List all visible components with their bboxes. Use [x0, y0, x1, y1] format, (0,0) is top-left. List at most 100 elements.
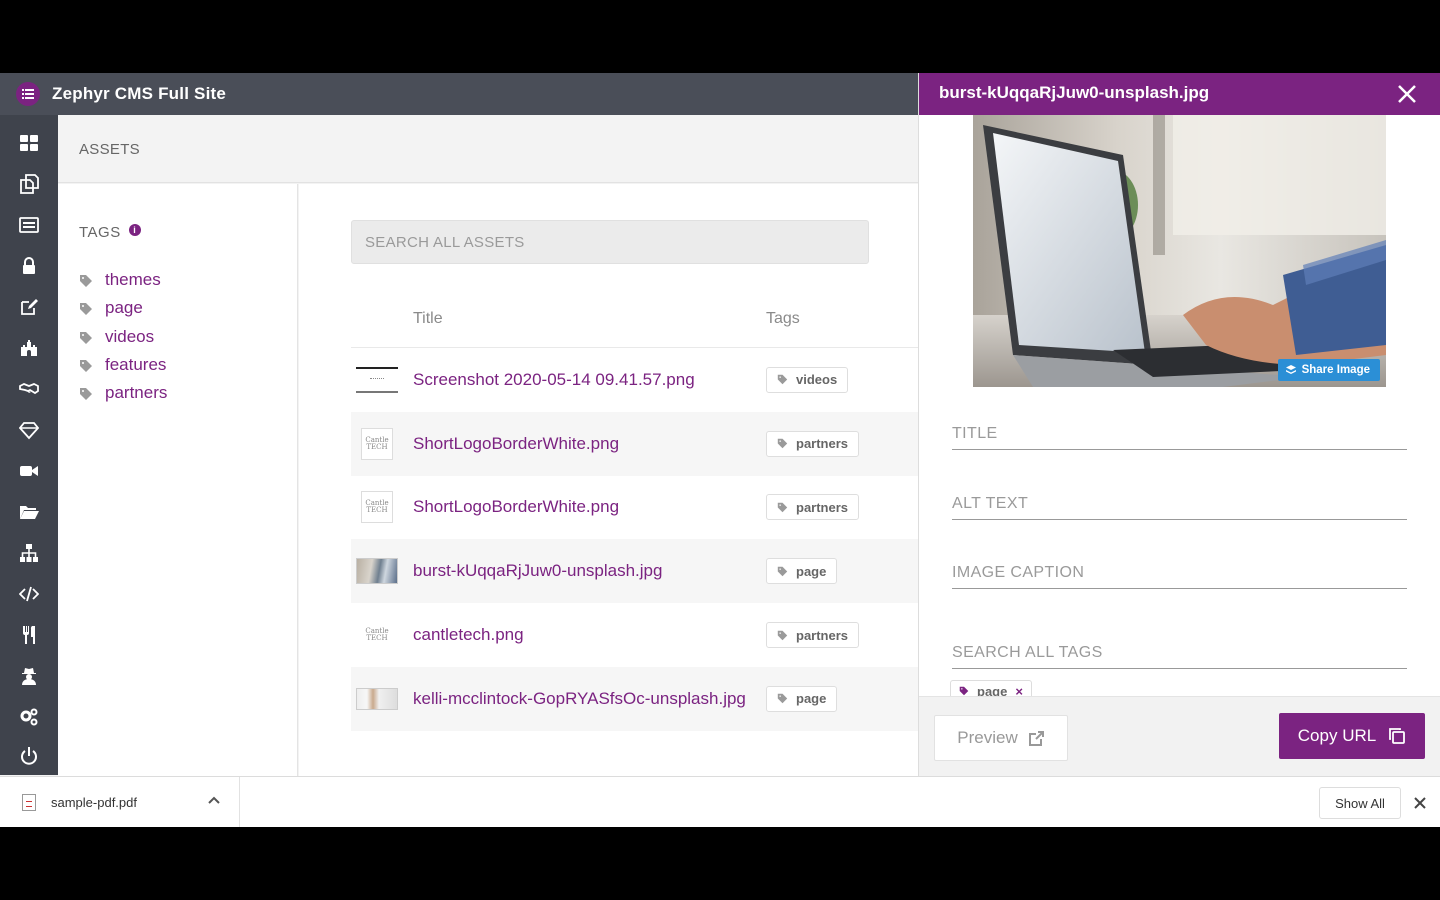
detail-title: burst-kUqqaRjJuw0-unsplash.jpg [939, 83, 1210, 102]
chevron-up-icon[interactable] [207, 794, 223, 810]
castle-icon[interactable] [17, 336, 41, 360]
table-row[interactable]: kelli-mcclintock-GopRYASfsOc-unsplash.jp… [351, 666, 918, 731]
detail-footer: Preview Copy URL [919, 696, 1440, 776]
pages-icon[interactable] [17, 172, 41, 196]
power-icon[interactable] [17, 744, 41, 768]
breadcrumb-bar: ASSETS [58, 115, 918, 183]
asset-title[interactable]: ShortLogoBorderWhite.png [413, 434, 619, 454]
image-preview: Share Image [973, 115, 1386, 387]
tag-icon [777, 630, 788, 640]
asset-thumbnail [356, 556, 398, 586]
tag-filter-item[interactable]: features [79, 351, 167, 379]
tag-filter-item[interactable]: themes [79, 266, 167, 294]
breadcrumb[interactable]: ASSETS [79, 141, 140, 158]
asset-title[interactable]: kelli-mcclintock-GopRYASfsOc-unsplash.jp… [413, 689, 746, 709]
external-link-icon [1028, 730, 1044, 746]
handshake-icon[interactable] [17, 377, 41, 401]
tag-icon [79, 330, 93, 344]
copy-url-label: Copy URL [1297, 726, 1377, 745]
tag-icon [79, 358, 93, 373]
column-header-tags[interactable]: Tags [766, 310, 800, 328]
title-field[interactable]: TITLE [952, 418, 1407, 450]
detail-header: burst-kUqqaRjJuw0-unsplash.jpg [919, 73, 1440, 115]
table-row[interactable]: burst-kUqqaRjJuw0-unsplash.jpg page [351, 539, 918, 604]
asset-tag-label: page [796, 563, 827, 579]
table-row[interactable]: Cantle TECH cantletech.png partners [351, 603, 918, 667]
show-all-button[interactable]: Show All [1319, 787, 1401, 819]
tag-icon [79, 301, 93, 316]
asset-table: Screenshot 2020-05-14 09.41.57.png video… [351, 348, 918, 731]
column-header-title[interactable]: Title [413, 310, 443, 328]
app-title: Zephyr CMS Full Site [52, 84, 227, 103]
asset-thumbnail [356, 684, 398, 714]
tag-filter-item[interactable]: videos [79, 323, 167, 351]
asset-tag-label: partners [796, 499, 849, 515]
code-icon[interactable] [17, 582, 41, 606]
edit-icon[interactable] [17, 295, 41, 319]
download-file-name: sample-pdf.pdf [51, 795, 137, 810]
search-input[interactable]: SEARCH ALL ASSETS [351, 220, 869, 264]
tag-filter-label: videos [105, 326, 155, 346]
asset-tag-pill[interactable]: videos [766, 366, 849, 393]
tag-filter-label: features [105, 355, 167, 375]
copy-url-button[interactable]: Copy URL [1279, 713, 1425, 759]
laptop-photo [973, 115, 1386, 387]
pdf-file-icon [22, 794, 36, 811]
asset-tag-pill[interactable]: page [766, 685, 838, 712]
tag-filter-item[interactable]: partners [79, 379, 167, 407]
diamond-icon[interactable] [17, 418, 41, 442]
settings-icon[interactable] [17, 705, 41, 729]
folder-open-icon[interactable] [17, 500, 41, 524]
asset-tag-pill[interactable]: partners [766, 430, 860, 457]
download-item[interactable]: sample-pdf.pdf [0, 777, 240, 827]
share-image-label: Share Image [1301, 364, 1370, 376]
asset-tag-label: page [796, 691, 827, 707]
table-row[interactable]: Cantle TECH ShortLogoBorderWhite.png part… [351, 411, 918, 476]
asset-tag-pill[interactable]: page [766, 558, 838, 585]
tag-icon [79, 386, 93, 401]
list-icon[interactable] [16, 82, 40, 106]
user-secret-icon[interactable] [17, 664, 41, 688]
asset-title[interactable]: cantletech.png [413, 625, 524, 645]
tag-icon [959, 686, 969, 696]
tags-heading-label: TAGS [79, 224, 121, 241]
asset-tag-pill[interactable]: partners [766, 494, 860, 521]
tags-search-input[interactable]: SEARCH ALL TAGS [952, 637, 1407, 669]
table-row[interactable]: Cantle TECH ShortLogoBorderWhite.png part… [351, 476, 918, 540]
asset-tag-pill[interactable]: partners [766, 622, 860, 649]
close-icon[interactable] [1411, 794, 1429, 812]
app-window: Zephyr CMS Full Site ASSETS TAGS i theme… [0, 73, 1440, 827]
copy-icon [1389, 728, 1406, 744]
asset-tag-label: partners [796, 627, 849, 643]
tag-icon [79, 273, 93, 288]
utensils-icon[interactable] [17, 623, 41, 647]
tags-heading: TAGS i [79, 223, 141, 241]
letterbox-bottom [0, 827, 1440, 900]
table-row[interactable]: Screenshot 2020-05-14 09.41.57.png video… [351, 348, 918, 412]
asset-detail-panel: burst-kUqqaRjJuw0-unsplash.jpg Share Ima… [918, 73, 1440, 776]
asset-title[interactable]: Screenshot 2020-05-14 09.41.57.png [413, 370, 695, 390]
asset-thumbnail: Cantle TECH [356, 491, 398, 524]
share-image-button[interactable]: Share Image [1277, 359, 1380, 381]
asset-title[interactable]: burst-kUqqaRjJuw0-unsplash.jpg [413, 561, 662, 581]
info-icon[interactable]: i [128, 223, 141, 236]
video-icon[interactable] [17, 459, 41, 483]
alt-text-field[interactable]: ALT TEXT [952, 488, 1407, 520]
preview-button[interactable]: Preview [934, 715, 1068, 761]
sitemap-icon[interactable] [17, 541, 41, 565]
close-icon[interactable] [1393, 80, 1421, 108]
tag-filter-item[interactable]: page [79, 294, 167, 322]
letterbox-top [0, 0, 1440, 73]
preview-label: Preview [957, 728, 1018, 747]
tags-panel: TAGS i themes page videos features partn… [58, 184, 298, 776]
sidebar-nav [0, 115, 58, 775]
asset-tag-label: videos [796, 372, 838, 388]
tag-icon [777, 502, 788, 513]
image-caption-field[interactable]: IMAGE CAPTION [952, 557, 1407, 589]
tag-icon [777, 694, 788, 704]
lock-icon[interactable] [17, 254, 41, 278]
tag-filter-label: themes [105, 270, 161, 290]
dashboard-icon[interactable] [17, 131, 41, 155]
content-list-icon[interactable] [17, 213, 41, 237]
asset-title[interactable]: ShortLogoBorderWhite.png [413, 497, 619, 517]
